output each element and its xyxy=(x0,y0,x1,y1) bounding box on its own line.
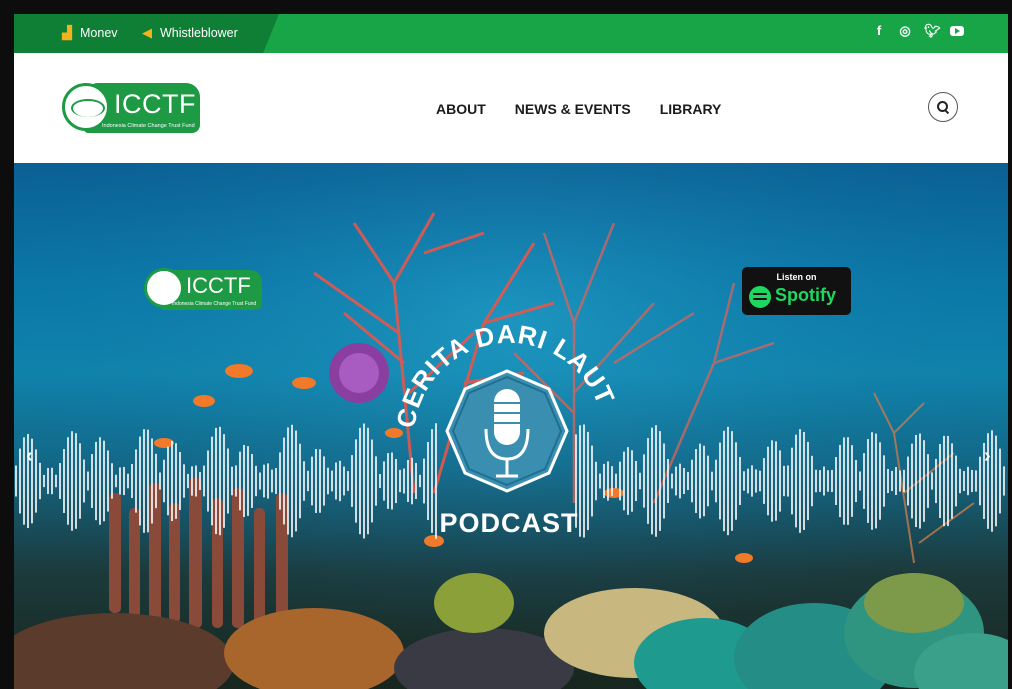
chart-icon: ▟ xyxy=(62,25,72,40)
reef-illustration: CERITA DARI LAUT xyxy=(14,163,1008,689)
megaphone-icon: ◀ xyxy=(142,25,152,40)
browser-frame: ▟ Monev ◀ Whistleblower f ◎ 🐦︎ ICCTF Ind… xyxy=(0,0,1012,689)
monev-label: Monev xyxy=(80,26,118,40)
slider-next-button[interactable]: › xyxy=(984,445,991,468)
chevron-left-icon: ‹ xyxy=(26,445,33,467)
hero-logo: ICCTF Indonesia Climate Change Trust Fun… xyxy=(144,268,262,312)
spotify-badge[interactable]: Listen on Spotify xyxy=(742,267,851,315)
facebook-icon[interactable]: f xyxy=(872,23,886,39)
spotify-icon xyxy=(749,286,771,308)
chevron-right-icon: › xyxy=(984,445,991,467)
search-icon xyxy=(936,100,948,112)
podcast-label: PODCAST xyxy=(14,508,1008,539)
monev-link[interactable]: ▟ Monev xyxy=(62,25,118,41)
hero-logo-subtitle: Indonesia Climate Change Trust Fund xyxy=(172,301,257,307)
instagram-icon[interactable]: ◎ xyxy=(898,23,912,39)
hero-banner: CERITA DARI LAUT ICCTF Indonesia Climate… xyxy=(14,163,1008,689)
main-nav: ABOUT NEWS & EVENTS LIBRARY xyxy=(436,101,721,117)
site-logo[interactable]: ICCTF Indonesia Climate Change Trust Fun… xyxy=(62,83,200,133)
youtube-icon[interactable] xyxy=(950,23,964,39)
whistleblower-link[interactable]: ◀ Whistleblower xyxy=(142,25,238,41)
search-button[interactable] xyxy=(928,92,958,122)
site-header: ICCTF Indonesia Climate Change Trust Fun… xyxy=(14,53,1008,163)
top-bar: ▟ Monev ◀ Whistleblower f ◎ 🐦︎ xyxy=(14,14,1008,53)
podcast-label-text: PODCAST xyxy=(439,508,579,538)
slider-prev-button[interactable]: ‹ xyxy=(26,445,33,468)
whistleblower-label: Whistleblower xyxy=(160,26,238,40)
social-links: f ◎ 🐦︎ xyxy=(872,23,964,39)
spotify-name: Spotify xyxy=(775,285,836,305)
nav-news-events[interactable]: NEWS & EVENTS xyxy=(515,101,631,117)
nav-about[interactable]: ABOUT xyxy=(436,101,486,117)
hero-logo-text: ICCTF xyxy=(186,273,251,298)
logo-subtitle: Indonesia Climate Change Trust Fund xyxy=(102,123,195,129)
logo-text: ICCTF xyxy=(114,89,196,119)
spotify-listen-label: Listen on xyxy=(776,272,817,282)
twitter-icon[interactable]: 🐦︎ xyxy=(924,23,941,39)
nav-library[interactable]: LIBRARY xyxy=(660,101,722,117)
